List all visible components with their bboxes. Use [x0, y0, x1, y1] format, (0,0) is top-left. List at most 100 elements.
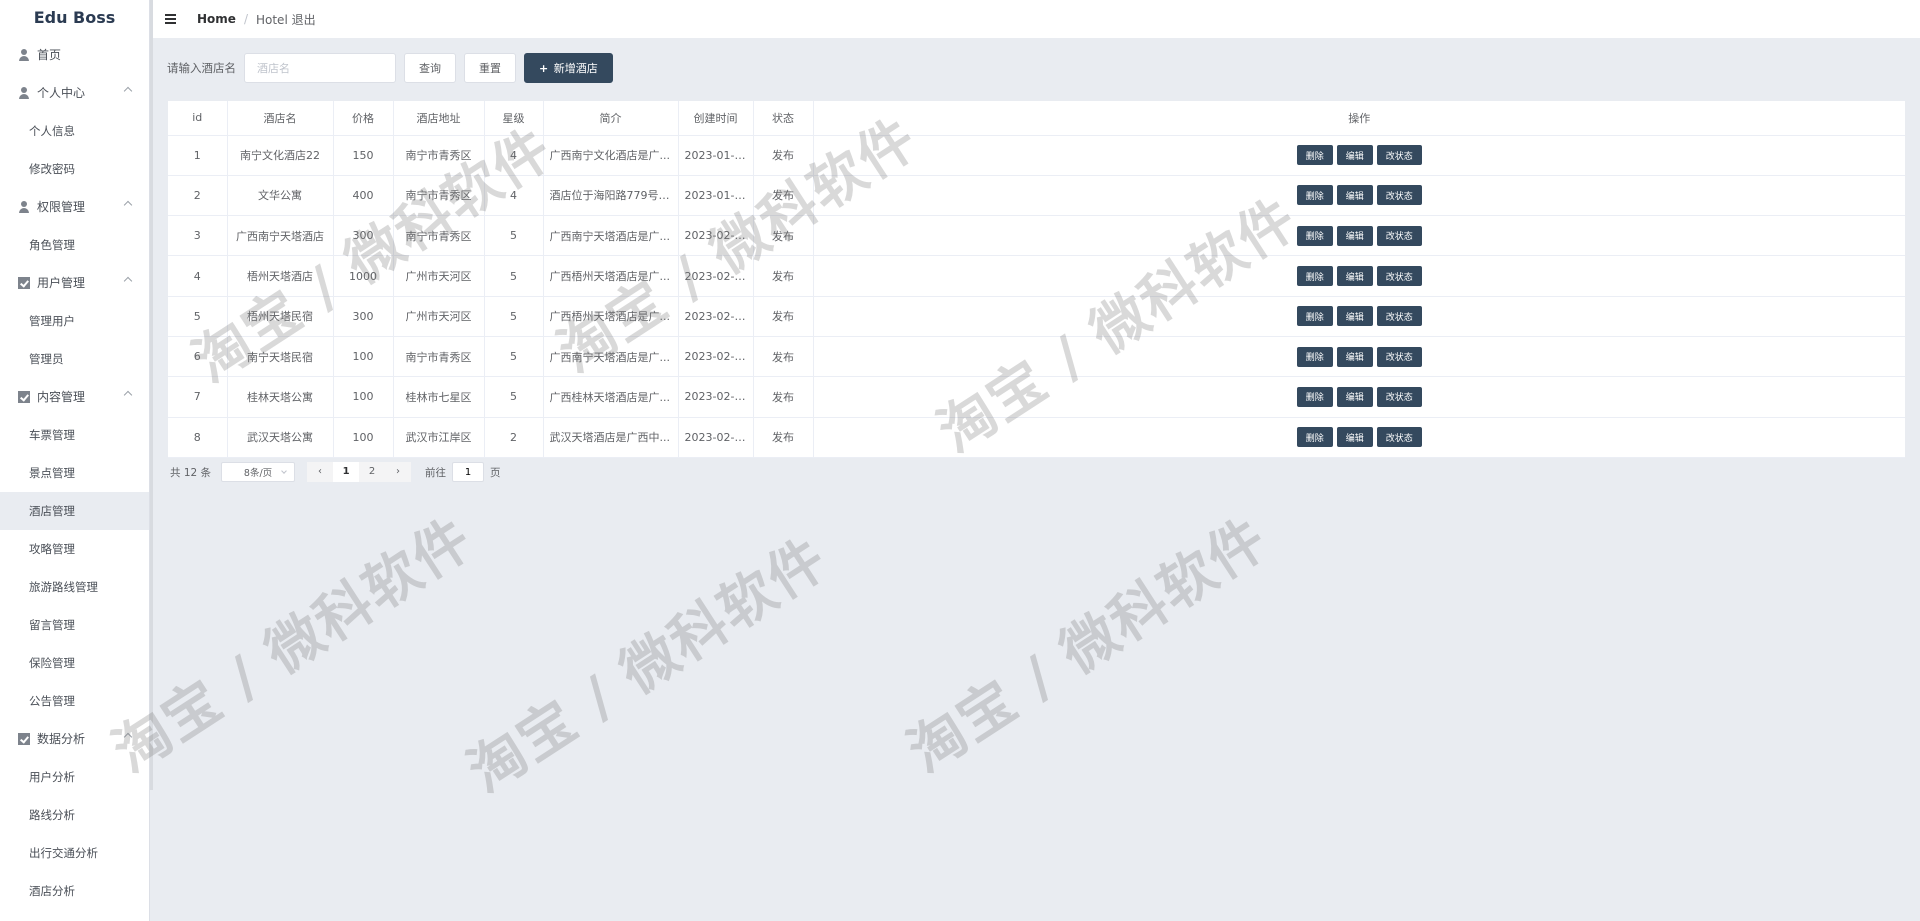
- sidebar-item[interactable]: 攻略管理: [0, 530, 149, 568]
- cell-status: 发布: [753, 376, 814, 418]
- column-header: id: [168, 101, 228, 136]
- chevron-up-icon: [123, 276, 133, 286]
- change-status-button[interactable]: 改状态: [1376, 386, 1422, 407]
- delete-button[interactable]: 删除: [1296, 306, 1333, 327]
- sidebar-item[interactable]: 车票管理: [0, 416, 149, 454]
- sidebar-group-0[interactable]: 个人中心: [0, 74, 149, 112]
- change-status-button[interactable]: 改状态: [1376, 225, 1422, 246]
- goto-page-input[interactable]: [452, 462, 485, 482]
- cell-intro: 广西梧州天塔酒店是广...: [543, 296, 679, 337]
- cell-id: 7: [168, 376, 228, 418]
- edit-button[interactable]: 编辑: [1336, 386, 1373, 407]
- sidebar-item[interactable]: 旅游路线管理: [0, 568, 149, 606]
- delete-button[interactable]: 删除: [1296, 185, 1333, 206]
- sidebar-group-3[interactable]: 内容管理: [0, 378, 149, 416]
- cell-star: 5: [484, 336, 544, 378]
- sidebar-item[interactable]: 路线分析: [0, 796, 149, 834]
- sidebar-item[interactable]: 保险管理: [0, 644, 149, 682]
- page-1[interactable]: 1: [333, 462, 360, 482]
- breadcrumb-home[interactable]: Home: [197, 12, 236, 26]
- cell-actions: 删除 编辑 改状态: [813, 175, 1905, 217]
- sidebar-item-home[interactable]: 首页: [0, 36, 149, 74]
- cell-addr: 武汉市江岸区: [393, 417, 485, 458]
- column-header: 价格: [333, 101, 394, 136]
- edit-button[interactable]: 编辑: [1336, 225, 1373, 246]
- delete-button[interactable]: 删除: [1296, 346, 1333, 367]
- cell-id: 3: [168, 215, 228, 257]
- page-2[interactable]: 2: [359, 462, 386, 482]
- sidebar-item[interactable]: 出行交通分析: [0, 834, 149, 872]
- cell-addr: 南宁市青秀区: [393, 336, 485, 378]
- delete-button[interactable]: 删除: [1296, 225, 1333, 246]
- cell-time: 2023-02-08: [678, 296, 754, 337]
- sidebar-item[interactable]: 酒店分析: [0, 872, 149, 910]
- sidebar-item[interactable]: 用户分析: [0, 758, 149, 796]
- sidebar-item[interactable]: 公告管理: [0, 682, 149, 720]
- change-status-button[interactable]: 改状态: [1376, 306, 1422, 327]
- page-size-select[interactable]: 8条/页: [221, 462, 296, 482]
- cell-name: 梧州天塔酒店: [227, 255, 334, 297]
- edit-button[interactable]: 编辑: [1336, 346, 1373, 367]
- column-header: 简介: [543, 101, 679, 136]
- sidebar-item[interactable]: 管理员: [0, 340, 149, 378]
- add-hotel-button[interactable]: + 新增酒店: [524, 53, 613, 83]
- sidebar-group-1[interactable]: 权限管理: [0, 188, 149, 226]
- cell-addr: 南宁市青秀区: [393, 215, 485, 257]
- sidebar-item[interactable]: 个人信息: [0, 112, 149, 150]
- delete-button[interactable]: 删除: [1296, 386, 1333, 407]
- menu-toggle-icon[interactable]: [165, 14, 177, 24]
- sidebar-group-4[interactable]: 数据分析: [0, 720, 149, 758]
- sidebar-scrollbar[interactable]: [150, 0, 153, 790]
- user-icon: [18, 49, 30, 61]
- column-header: 操作: [813, 101, 1905, 136]
- sidebar-item[interactable]: 修改密码: [0, 150, 149, 188]
- cell-intro: 武汉天塔酒店是广西中...: [543, 417, 679, 458]
- change-status-button[interactable]: 改状态: [1376, 346, 1422, 367]
- edit-button[interactable]: 编辑: [1336, 427, 1373, 448]
- reset-button[interactable]: 重置: [464, 53, 516, 83]
- next-page-button[interactable]: ›: [385, 462, 412, 482]
- cell-addr: 南宁市青秀区: [393, 135, 485, 176]
- cell-time: 2023-01-19: [678, 135, 754, 176]
- sidebar-item[interactable]: 管理用户: [0, 302, 149, 340]
- cell-star: 5: [484, 376, 544, 418]
- hotel-table: id 酒店名 价格 酒店地址 星级 简介 创建时间 状态 操作 1 南宁文化酒店22 150 南宁市青…: [168, 101, 1905, 458]
- edit-button[interactable]: 编辑: [1336, 185, 1373, 206]
- cell-actions: 删除 编辑 改状态: [813, 135, 1905, 176]
- cell-status: 发布: [753, 135, 814, 176]
- sidebar-item[interactable]: 留言管理: [0, 606, 149, 644]
- user-icon: [18, 201, 30, 213]
- sidebar-menu: 首页 个人中心 个人信息 修改密码 权限管理 角色管理 用户管理 管理用户 管理员 内容管理 车票管…: [0, 36, 149, 910]
- table-row: 5 梧州天塔民宿 300 广州市天河区 5 广西梧州天塔酒店是广... 2023-02-08…: [168, 296, 1905, 337]
- cell-price: 300: [333, 296, 394, 337]
- delete-button[interactable]: 删除: [1296, 145, 1333, 166]
- cell-price: 300: [333, 215, 394, 257]
- edit-button[interactable]: 编辑: [1336, 306, 1373, 327]
- delete-button[interactable]: 删除: [1296, 427, 1333, 448]
- change-status-button[interactable]: 改状态: [1376, 266, 1422, 287]
- change-status-button[interactable]: 改状态: [1376, 427, 1422, 448]
- change-status-button[interactable]: 改状态: [1376, 185, 1422, 206]
- change-status-button[interactable]: 改状态: [1376, 145, 1422, 166]
- chevron-up-icon: [123, 732, 133, 742]
- delete-button[interactable]: 删除: [1296, 266, 1333, 287]
- cell-name: 南宁文化酒店22: [227, 135, 334, 176]
- table-row: 6 南宁天塔民宿 100 南宁市青秀区 5 广西南宁天塔酒店是广... 2023-02-08…: [168, 336, 1905, 378]
- cell-star: 4: [484, 175, 544, 217]
- cell-intro: 广西桂林天塔酒店是广...: [543, 376, 679, 418]
- query-button[interactable]: 查询: [404, 53, 456, 83]
- prev-page-button[interactable]: ‹: [307, 462, 334, 482]
- sidebar-item[interactable]: 景点管理: [0, 454, 149, 492]
- hotel-name-input[interactable]: [244, 53, 396, 83]
- cell-id: 6: [168, 336, 228, 378]
- cell-addr: 桂林市七星区: [393, 376, 485, 418]
- sidebar-item[interactable]: 角色管理: [0, 226, 149, 264]
- cell-intro: 广西南宁天塔酒店是广...: [543, 215, 679, 257]
- sidebar-item[interactable]: 酒店管理: [0, 492, 149, 530]
- cell-star: 2: [484, 417, 544, 458]
- table-header-row: id 酒店名 价格 酒店地址 星级 简介 创建时间 状态 操作: [168, 101, 1905, 136]
- edit-button[interactable]: 编辑: [1336, 145, 1373, 166]
- edit-button[interactable]: 编辑: [1336, 266, 1373, 287]
- sidebar-group-2[interactable]: 用户管理: [0, 264, 149, 302]
- cell-actions: 删除 编辑 改状态: [813, 336, 1905, 378]
